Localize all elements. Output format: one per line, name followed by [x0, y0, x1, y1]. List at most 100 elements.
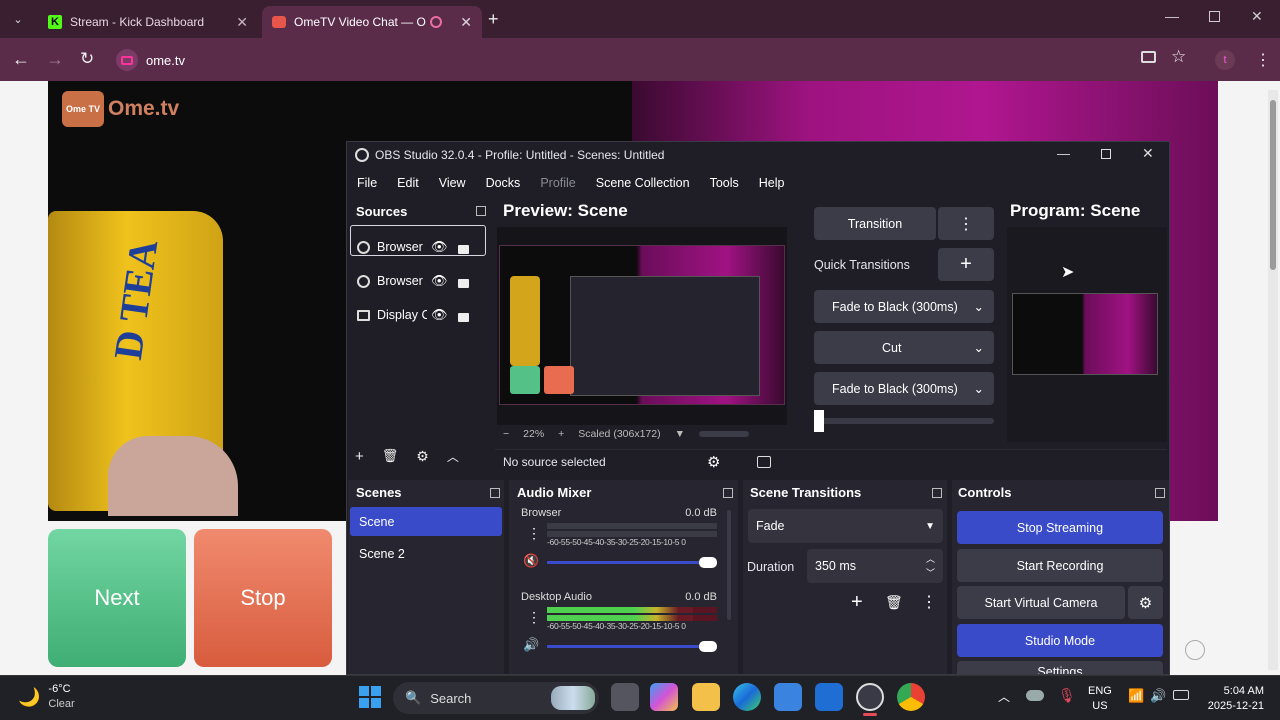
close-tab-icon[interactable]: ✕ — [236, 14, 248, 31]
restore-window-button[interactable] — [1209, 11, 1220, 22]
install-app-icon[interactable] — [1141, 51, 1156, 63]
menu-scene-collection[interactable]: Scene Collection — [596, 176, 690, 190]
add-source-icon[interactable]: + — [355, 448, 364, 465]
spin-arrows-icon[interactable]: ︿ ﹀ — [926, 552, 935, 580]
next-button[interactable]: Next — [48, 529, 186, 667]
studio-mode-button[interactable]: Studio Mode — [957, 624, 1163, 657]
menu-profile[interactable]: Profile — [540, 176, 575, 190]
weather-widget[interactable]: 🌙 -6°C Clear — [18, 682, 75, 712]
source-item[interactable]: Browser 👁 — [357, 264, 487, 298]
zoom-in-icon[interactable]: + — [558, 428, 564, 440]
stop-streaming-button[interactable]: Stop Streaming — [957, 511, 1163, 544]
scrollbar-thumb[interactable] — [1270, 100, 1276, 270]
microphone-icon[interactable]: 🎙 — [1058, 687, 1076, 704]
chrome-icon[interactable] — [897, 683, 925, 711]
tab-kick-dashboard[interactable]: K Stream - Kick Dashboard ✕ — [38, 6, 258, 38]
filters-icon[interactable] — [757, 455, 771, 468]
start-button[interactable] — [359, 686, 381, 708]
language-indicator[interactable]: ENG US — [1088, 684, 1112, 714]
start-recording-button[interactable]: Start Recording — [957, 549, 1163, 582]
site-info-icon[interactable] — [116, 49, 138, 71]
start-virtual-camera-button[interactable]: Start Virtual Camera — [957, 586, 1125, 619]
remove-transition-icon[interactable]: 🗑 — [885, 594, 903, 611]
mixer-scrollbar[interactable] — [727, 510, 731, 620]
wifi-icon[interactable]: 📶 — [1128, 688, 1144, 704]
source-item[interactable]: Display C 👁 — [357, 298, 487, 332]
eye-icon[interactable]: 👁 — [431, 307, 448, 323]
add-transition-icon[interactable]: + — [851, 591, 863, 614]
eye-icon[interactable]: 👁 — [431, 239, 448, 255]
menu-help[interactable]: Help — [759, 176, 785, 190]
quick-transition-3[interactable]: Fade to Black (300ms) ⌄ — [814, 372, 994, 405]
browser-menu-icon[interactable]: ⋮ — [1255, 50, 1271, 70]
tab-ometv[interactable]: OmeTV Video Chat — Ome ✕ — [262, 6, 482, 38]
dock-float-icon[interactable] — [1155, 488, 1165, 498]
stop-button[interactable]: Stop — [194, 529, 332, 667]
tbar-handle[interactable] — [814, 410, 824, 432]
dock-float-icon[interactable] — [932, 488, 942, 498]
back-button[interactable]: ← — [12, 49, 30, 70]
quick-transition-2[interactable]: Cut ⌄ — [814, 331, 994, 364]
profile-avatar[interactable]: t — [1215, 50, 1235, 70]
menu-edit[interactable]: Edit — [397, 176, 419, 190]
properties-gear-icon[interactable]: ⚙ — [707, 453, 720, 471]
file-explorer-icon[interactable] — [692, 683, 720, 711]
edge-icon[interactable] — [733, 683, 761, 711]
menu-docks[interactable]: Docks — [486, 176, 521, 190]
speaker-icon[interactable]: 🔊 — [523, 637, 539, 653]
transition-menu-button[interactable]: ⋮ — [938, 207, 994, 240]
muted-speaker-icon[interactable]: 🔇 — [523, 553, 539, 569]
reload-button[interactable]: ↻ — [80, 49, 94, 69]
address-bar[interactable]: ome.tv — [108, 46, 1228, 74]
battery-icon[interactable] — [1173, 690, 1189, 700]
taskbar-search[interactable]: 🔍 Search — [393, 682, 599, 714]
onedrive-icon[interactable] — [1026, 690, 1044, 701]
forward-button[interactable]: → — [46, 49, 64, 70]
zoom-out-icon[interactable]: − — [503, 428, 509, 440]
scale-dropdown-icon[interactable]: ▼ — [675, 428, 685, 440]
scene-item-selected[interactable]: Scene — [350, 507, 502, 536]
channel-menu-icon[interactable]: ⋮ — [527, 609, 541, 626]
obs-taskbar-icon[interactable] — [856, 683, 884, 711]
menu-view[interactable]: View — [439, 176, 466, 190]
tray-overflow-icon[interactable]: ︿ — [998, 688, 1010, 705]
virtual-camera-settings-button[interactable]: ⚙ — [1128, 586, 1163, 619]
scrollbar[interactable] — [1268, 90, 1278, 670]
transition-menu-icon[interactable]: ⋮ — [921, 592, 937, 612]
quick-transition-1[interactable]: Fade to Black (300ms) ⌄ — [814, 290, 994, 323]
dock-float-icon[interactable] — [723, 488, 733, 498]
channel-menu-icon[interactable]: ⋮ — [527, 525, 541, 542]
dock-float-icon[interactable] — [476, 206, 486, 216]
close-tab-icon[interactable]: ✕ — [460, 14, 472, 31]
obs-minimize-button[interactable]: — — [1057, 146, 1070, 161]
settings-button[interactable]: Settings — [957, 661, 1163, 674]
dock-float-icon[interactable] — [490, 488, 500, 498]
remove-source-icon[interactable]: 🗑 — [382, 448, 399, 465]
store-icon[interactable] — [774, 683, 802, 711]
obs-close-button[interactable]: ✕ — [1142, 145, 1154, 162]
source-properties-icon[interactable]: ⚙ — [416, 448, 429, 465]
clock[interactable]: 5:04 AM 2025-12-21 — [1200, 684, 1264, 714]
tbar-slider[interactable] — [814, 410, 994, 432]
move-up-icon[interactable]: ︿ — [447, 448, 459, 465]
tab-search-button[interactable]: ⌄ — [8, 9, 28, 29]
bookmark-star-icon[interactable]: ☆ — [1171, 47, 1186, 67]
lock-icon[interactable] — [457, 244, 469, 254]
new-tab-button[interactable]: + — [488, 9, 499, 30]
source-item[interactable]: Browser 👁 — [357, 230, 487, 264]
lock-icon[interactable] — [457, 278, 469, 288]
preview-hscroll[interactable] — [699, 431, 750, 437]
transition-button[interactable]: Transition — [814, 207, 936, 240]
transition-select[interactable]: Fade ▼ — [748, 509, 943, 543]
volume-slider[interactable] — [547, 641, 717, 652]
copilot-icon[interactable] — [650, 683, 678, 711]
menu-tools[interactable]: Tools — [710, 176, 739, 190]
emoji-icon[interactable] — [1185, 640, 1205, 660]
scene-item[interactable]: Scene 2 — [350, 539, 502, 568]
volume-slider[interactable] — [547, 557, 717, 568]
menu-file[interactable]: File — [357, 176, 377, 190]
lock-icon[interactable] — [457, 312, 469, 322]
outlook-icon[interactable] — [815, 683, 843, 711]
volume-icon[interactable]: 🔊 — [1150, 688, 1166, 704]
close-window-button[interactable]: ✕ — [1251, 8, 1263, 25]
